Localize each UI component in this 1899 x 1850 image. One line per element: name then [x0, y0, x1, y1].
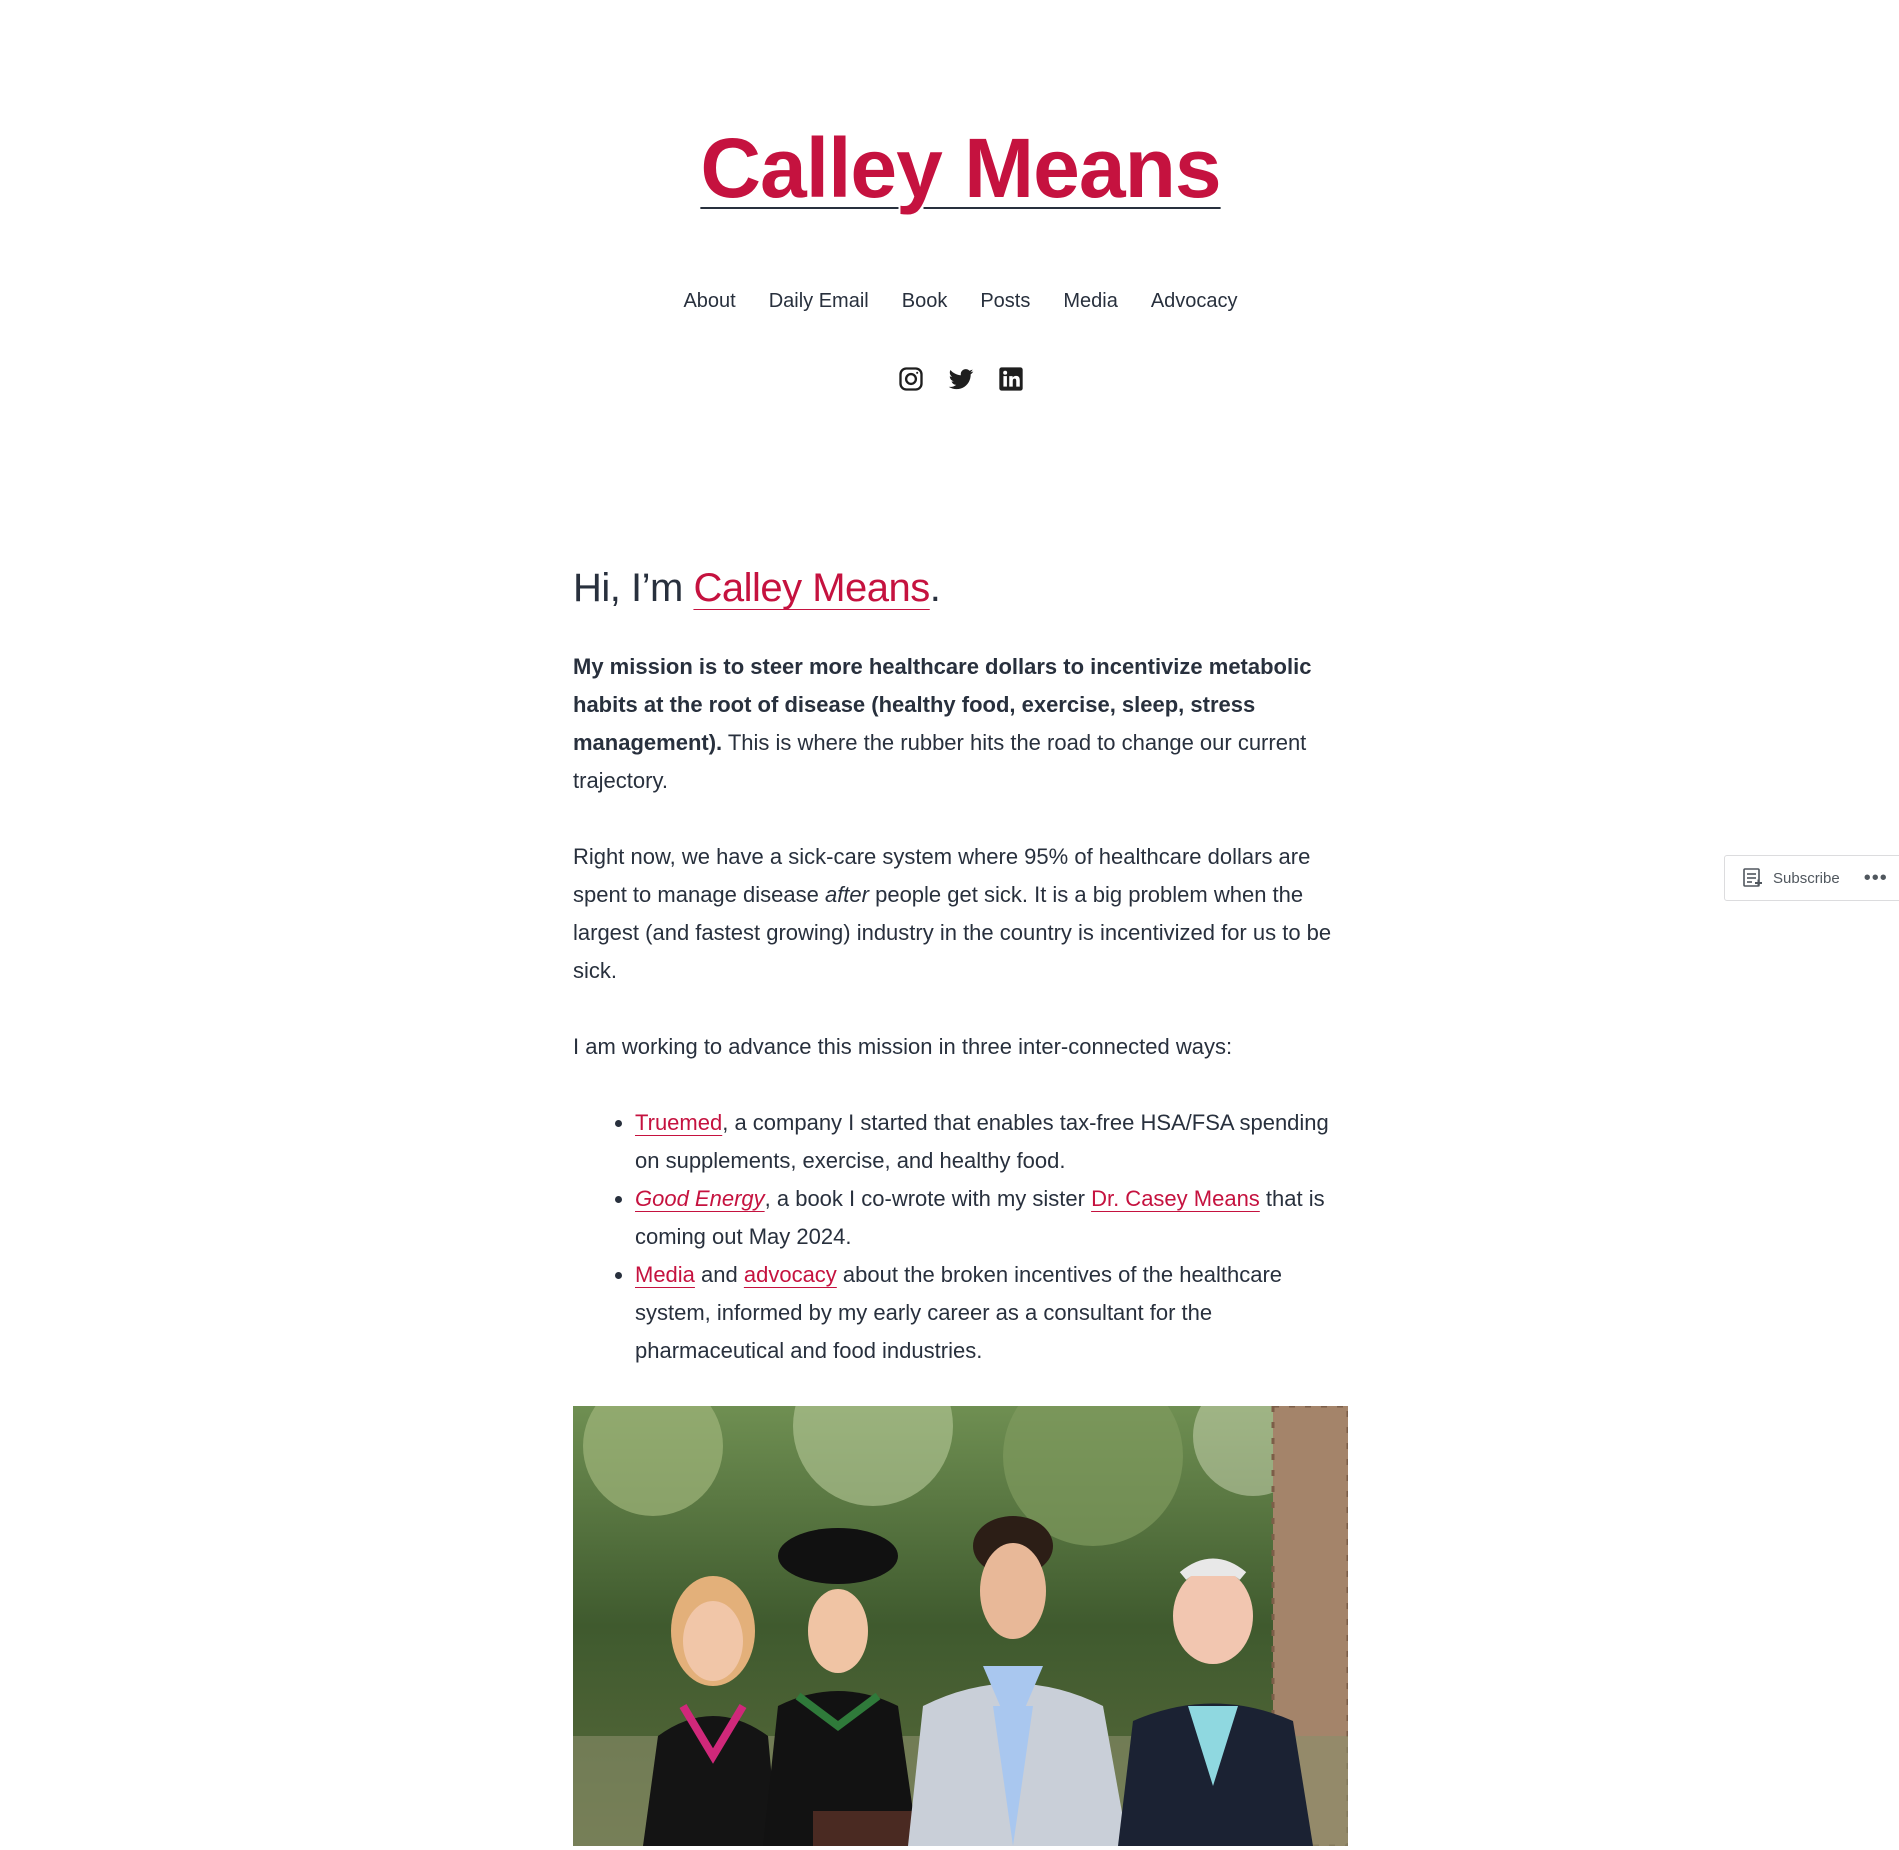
subscribe-button[interactable]: Subscribe — [1725, 866, 1840, 890]
advocacy-link[interactable]: advocacy — [744, 1262, 837, 1287]
linkedin-icon[interactable] — [997, 365, 1025, 393]
list-item-truemed: Truemed, a company I started that enable… — [635, 1104, 1348, 1180]
list-item-book: Good Energy, a book I co-wrote with my s… — [635, 1180, 1348, 1256]
greeting-heading: Hi, I’m Calley Means. — [573, 560, 1348, 616]
page: Calley Means About Daily Email Book Post… — [0, 0, 1899, 1850]
problem-emphasis: after — [824, 882, 869, 907]
main-content: Hi, I’m Calley Means. My mission is to s… — [573, 560, 1348, 1846]
problem-paragraph: Right now, we have a sick-care system wh… — [573, 838, 1348, 990]
greeting-prefix: Hi, I’m — [573, 566, 694, 610]
twitter-icon[interactable] — [947, 365, 975, 393]
ways-intro: I am working to advance this mission in … — [573, 1034, 1233, 1059]
ways-list: Truemed, a company I started that enable… — [573, 1104, 1348, 1370]
media-and-text: and — [694, 1262, 744, 1287]
subscribe-widget: Subscribe ••• — [1724, 855, 1899, 901]
site-title-link[interactable]: Calley Means — [700, 121, 1221, 215]
more-options-icon[interactable]: ••• — [1864, 867, 1888, 890]
nav-item-posts[interactable]: Posts — [980, 284, 1030, 318]
instagram-icon[interactable] — [897, 365, 925, 393]
good-energy-link[interactable]: Good Energy — [635, 1186, 765, 1211]
nav-item-media[interactable]: Media — [1063, 284, 1117, 318]
primary-navigation: About Daily Email Book Posts Media Advoc… — [0, 284, 1899, 318]
social-links — [0, 365, 1899, 393]
list-item-media: Media and advocacy about the broken ince… — [635, 1256, 1348, 1370]
greeting-name-link[interactable]: Calley Means — [693, 566, 930, 610]
greeting-suffix: . — [929, 566, 941, 610]
nav-item-book[interactable]: Book — [902, 284, 948, 318]
media-link[interactable]: Media — [635, 1262, 695, 1287]
good-energy-title: Good Energy — [635, 1186, 765, 1211]
casey-means-link[interactable]: Dr. Casey Means — [1091, 1186, 1260, 1211]
truemed-link[interactable]: Truemed — [635, 1110, 722, 1135]
truemed-text: , a company I started that enables tax-f… — [635, 1110, 1329, 1173]
nav-item-about[interactable]: About — [683, 284, 735, 318]
reader-icon — [1743, 868, 1762, 887]
site-title: Calley Means — [0, 118, 1899, 218]
family-photo — [573, 1406, 1348, 1846]
subscribe-label: Subscribe — [1773, 869, 1840, 887]
nav-item-advocacy[interactable]: Advocacy — [1151, 284, 1238, 318]
book-text: , a book I co-wrote with my sister — [764, 1186, 1092, 1211]
nav-item-daily-email[interactable]: Daily Email — [769, 284, 869, 318]
mission-paragraph: My mission is to steer more healthcare d… — [573, 648, 1348, 800]
